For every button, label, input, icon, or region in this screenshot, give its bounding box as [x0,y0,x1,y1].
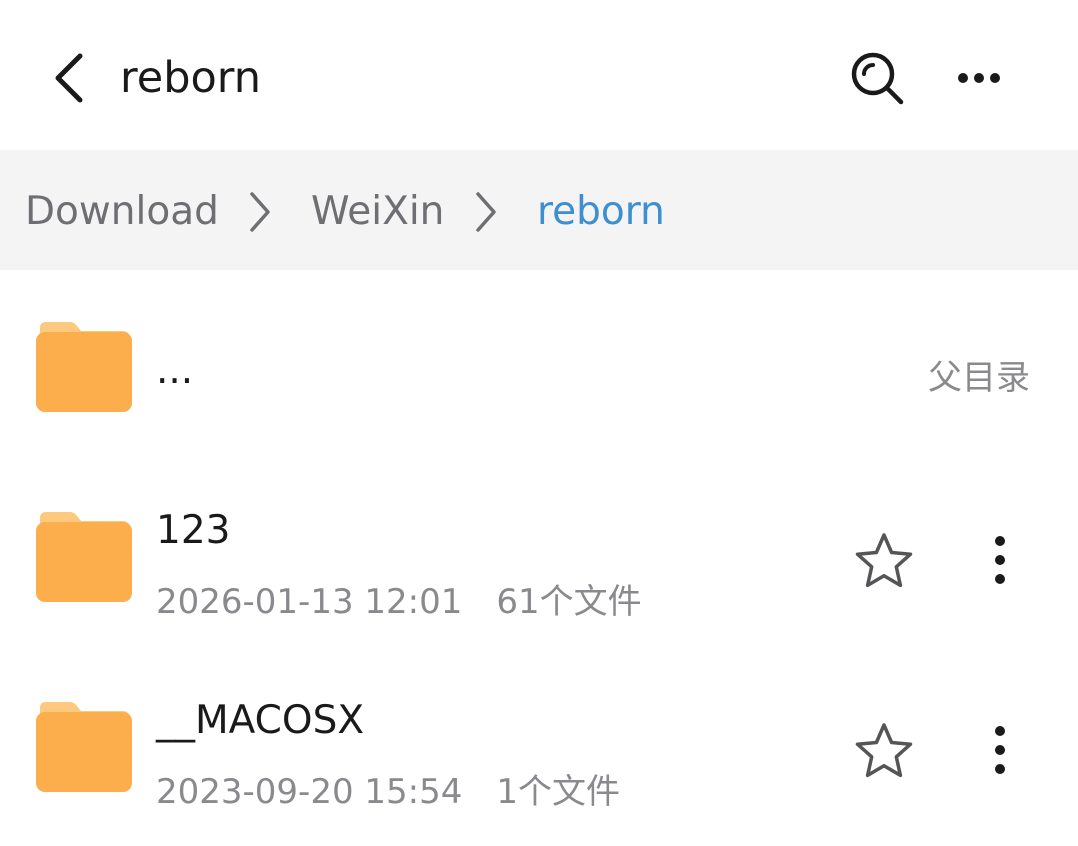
breadcrumb: Download WeiXin reborn [0,150,1078,270]
more-horizontal-icon [958,73,1000,83]
folder-file-count: 61个文件 [496,582,642,622]
chevron-right-icon [250,192,270,232]
list-item[interactable]: 123 2026-01-13 12:01 61个文件 [0,468,1078,658]
folder-meta: 2023-09-20 15:54 1个文件 [156,764,620,813]
more-vertical-icon [995,726,1005,774]
folder-file-count: 1个文件 [496,772,621,812]
top-bar: reborn [0,0,1078,150]
favorite-button[interactable] [846,522,922,598]
more-vertical-icon [995,536,1005,584]
star-icon [855,723,913,778]
folder-date: 2023-09-20 15:54 [156,772,463,812]
breadcrumb-item-weixin[interactable]: WeiXin [311,150,444,270]
more-options-button[interactable] [944,44,1014,112]
star-icon [855,533,913,588]
item-menu-button[interactable] [964,522,1036,598]
folder-date: 2026-01-13 12:01 [156,582,463,622]
folder-name: __MACOSX [156,698,365,743]
favorite-button[interactable] [846,712,922,788]
page-title: reborn [120,53,261,103]
folder-icon [36,322,132,412]
parent-directory-name: ... [156,348,194,393]
folder-icon [36,512,132,602]
list-item[interactable]: __MACOSX 2023-09-20 15:54 1个文件 [0,658,1078,846]
folder-name: 123 [156,508,231,553]
parent-directory-label: 父目录 [928,358,1030,398]
folder-meta: 2026-01-13 12:01 61个文件 [156,574,642,623]
search-button[interactable] [840,44,914,112]
folder-icon [36,702,132,792]
parent-directory-row[interactable]: ... 父目录 [0,278,1078,468]
breadcrumb-item-download[interactable]: Download [25,150,219,270]
item-menu-button[interactable] [964,712,1036,788]
breadcrumb-item-reborn[interactable]: reborn [537,150,665,270]
back-button[interactable] [36,44,100,112]
search-icon [851,52,904,105]
chevron-right-icon [476,192,496,232]
chevron-left-icon [55,53,83,103]
file-manager-screen: reborn Download WeiXin reborn ... 父目录 12… [0,0,1078,846]
